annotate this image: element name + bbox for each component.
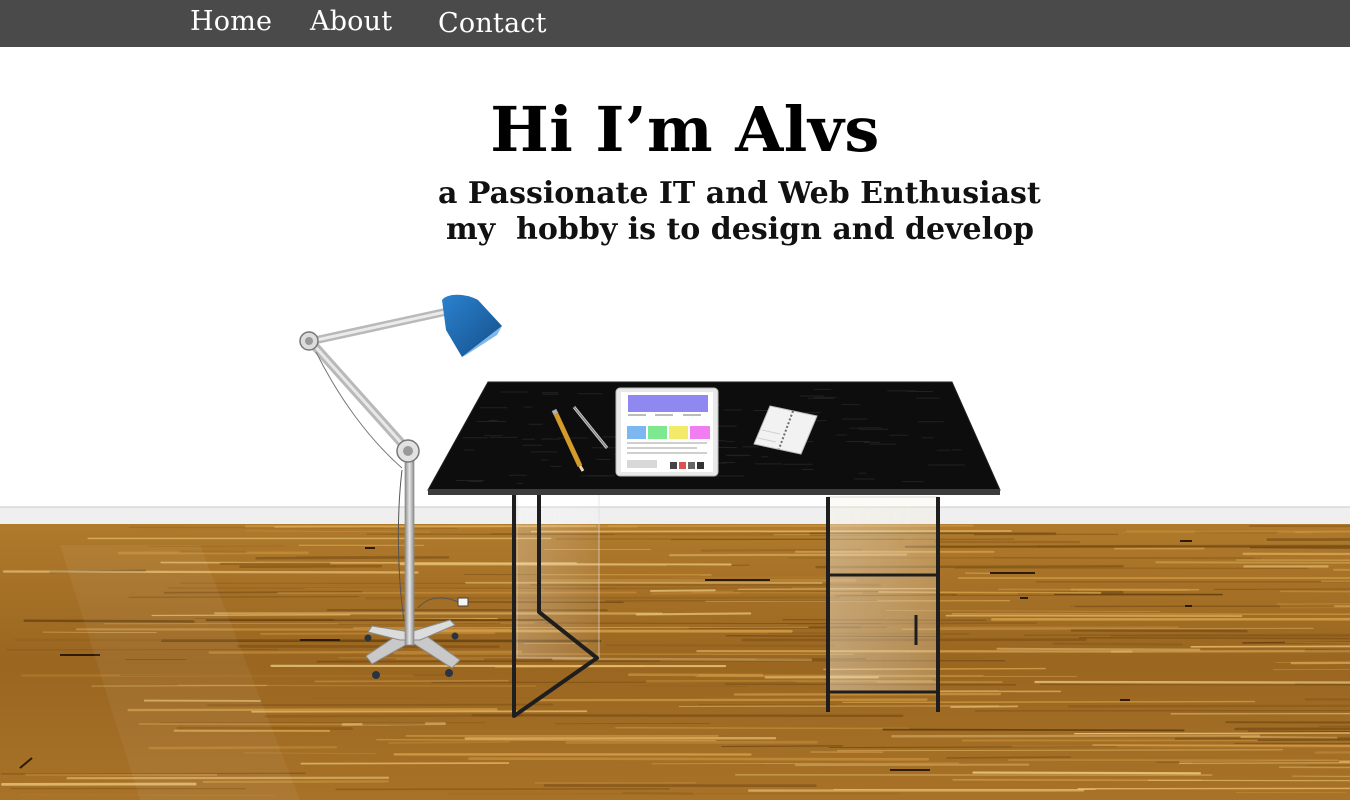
tablet <box>615 387 719 477</box>
wood-grain-streak <box>335 788 671 791</box>
wood-grain-streak <box>362 722 426 726</box>
top-navigation-bar: Home About Contact <box>0 0 1350 47</box>
wood-grain-streak <box>972 771 1202 775</box>
wood-grain-streak <box>1121 531 1313 534</box>
wood-grain-streak <box>1236 559 1350 561</box>
wood-grain-streak <box>882 728 1185 732</box>
wood-grain-streak <box>1034 680 1350 684</box>
wood-grain-streak <box>393 653 855 656</box>
wood-grain-streak <box>945 756 1072 759</box>
wood-grain-streak <box>494 665 644 668</box>
nav-home-link[interactable]: Home <box>190 2 272 42</box>
wood-grain-streak <box>264 714 523 718</box>
wood-grain-streak <box>1266 538 1350 541</box>
wood-grain-streak <box>1304 698 1350 701</box>
wood-grain-streak <box>314 679 509 683</box>
wood-grain-streak <box>721 745 843 747</box>
wood-grain-streak <box>1052 642 1183 646</box>
wood-grain-streak <box>1155 561 1350 564</box>
wood-grain-streak <box>208 650 523 654</box>
wood-grain-streak <box>337 622 501 625</box>
wood-grain-streak <box>678 705 999 707</box>
wood-grain-streak <box>1156 760 1340 763</box>
wood-grain-streak <box>251 710 588 713</box>
wood-grain-streak <box>1242 552 1350 556</box>
wood-grain-streak <box>468 757 930 761</box>
wood-grain-streak <box>951 613 1350 616</box>
wood-grain-streak <box>950 705 1019 708</box>
wood-grain-streak <box>996 647 1201 651</box>
wooden-floor <box>0 524 1350 800</box>
wood-grain-streak <box>622 791 694 795</box>
wood-grain-streak <box>632 685 747 687</box>
wood-grain-streak <box>1092 744 1350 747</box>
desk-drawer-unit <box>826 496 940 712</box>
wood-grain-streak <box>649 589 716 592</box>
wood-grain-streak <box>1248 525 1350 528</box>
wood-grain-streak <box>615 726 910 730</box>
wood-grain-streak <box>300 762 510 765</box>
wood-grain-streak <box>388 740 511 744</box>
baseboard <box>0 507 1350 525</box>
wood-grain-streak <box>605 644 836 648</box>
wood-grain-streak <box>1067 704 1350 708</box>
lamp-shade <box>442 294 502 357</box>
page: Home About Contact Hi I’m Alvs a Passion… <box>0 0 1350 800</box>
hero-title: Hi I’m Alvs <box>490 93 880 166</box>
wood-grain-streak <box>1234 727 1350 731</box>
wood-grain-streak <box>1314 751 1350 754</box>
wood-grain-streak <box>842 700 1256 704</box>
nav-contact-link[interactable]: Contact <box>438 4 547 44</box>
wood-grain-streak <box>1225 721 1350 724</box>
hero-subtitle-line-2: my hobby is to design and develop <box>446 212 1034 247</box>
wood-grain-streak <box>1070 628 1248 633</box>
wood-grain-streak <box>1190 645 1350 648</box>
wood-grain-streak <box>1077 787 1350 790</box>
nav-about-link[interactable]: About <box>310 2 392 42</box>
hero-subtitle-line-1: a Passionate IT and Web Enthusiast <box>438 176 1041 211</box>
wood-grain-streak <box>635 612 752 616</box>
wood-grain-streak <box>2 570 419 574</box>
wood-grain-streak <box>1073 732 1350 735</box>
wood-grain-streak <box>1078 636 1350 640</box>
wood-grain-streak <box>891 734 1261 738</box>
wood-grain-streak <box>1110 649 1350 653</box>
wood-grain-streak <box>1279 766 1350 769</box>
